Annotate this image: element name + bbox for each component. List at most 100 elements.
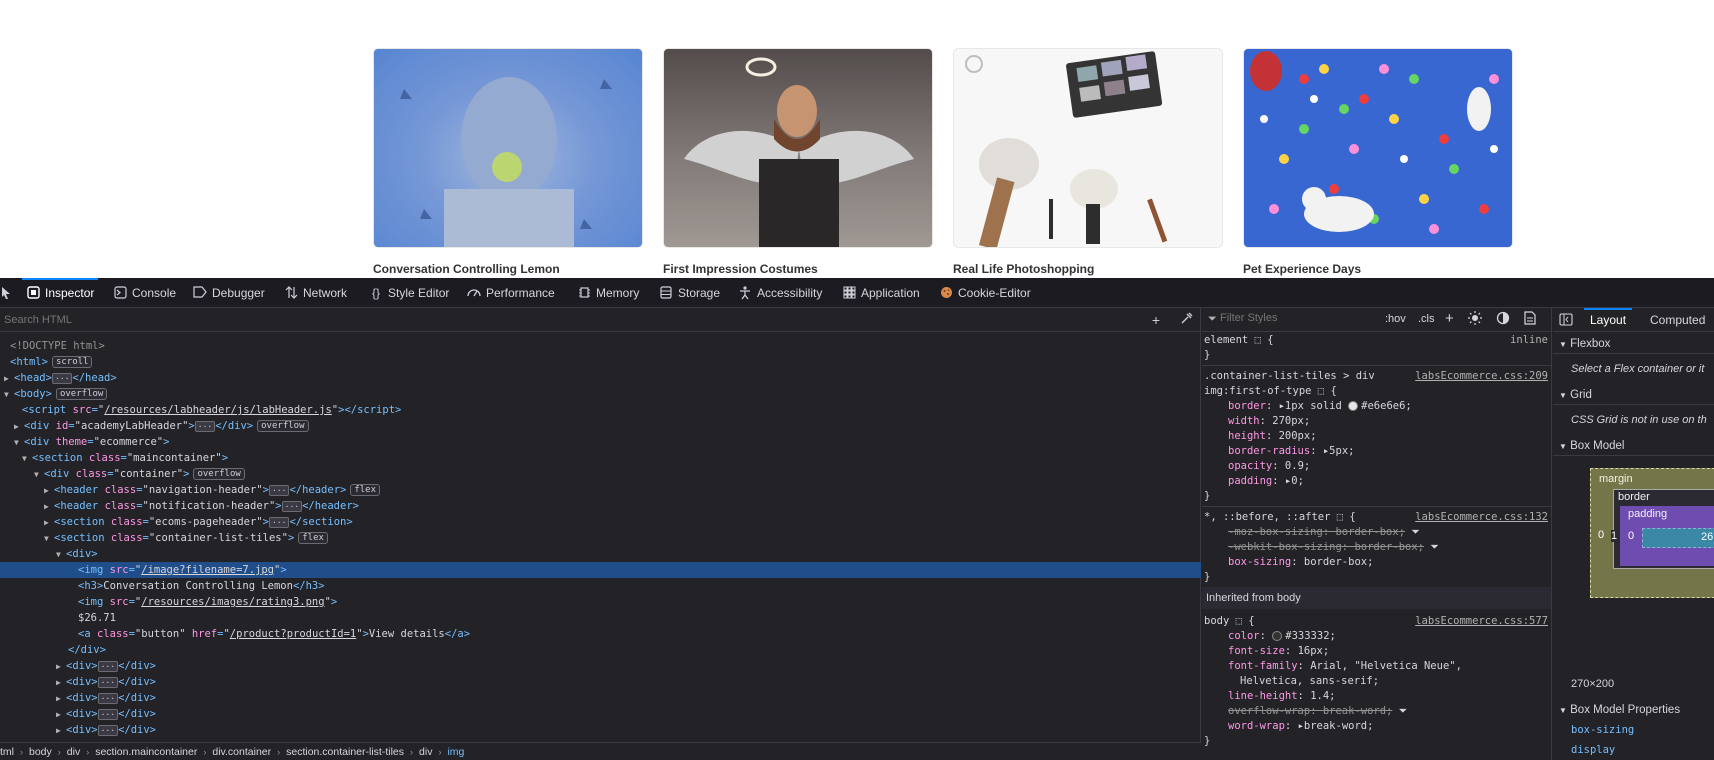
collapsed-ellipsis[interactable]: ··· bbox=[281, 500, 303, 512]
filter-icon[interactable]: ⏷ bbox=[1399, 705, 1407, 717]
rule-selector[interactable]: body ⬚ {labsEcommerce.css:577 bbox=[1202, 614, 1551, 629]
img-src-link[interactable]: /image?filename=7.jpg bbox=[141, 564, 274, 576]
search-html-input[interactable] bbox=[0, 313, 1100, 326]
expand-triangle-icon[interactable]: ▶ bbox=[44, 499, 54, 515]
sibling-div-node[interactable]: ▶ <div> ··· </div> bbox=[0, 674, 1201, 690]
collapsed-ellipsis[interactable]: ··· bbox=[97, 724, 119, 736]
product-tile[interactable]: Pet Experience Days bbox=[1243, 48, 1513, 276]
flexbox-section-header[interactable]: ▼ Flexbox bbox=[1553, 334, 1714, 354]
pageheader-node[interactable]: ▶ <section class="ecoms-pageheader"> ··· </… bbox=[0, 514, 1201, 530]
color-swatch[interactable] bbox=[1272, 631, 1283, 641]
tab-inspector[interactable]: Inspector bbox=[21, 278, 99, 308]
breadcrumb-item[interactable]: section.container-list-tiles bbox=[286, 746, 404, 758]
expand-triangle-icon[interactable]: ▶ bbox=[4, 371, 14, 387]
head-node[interactable]: ▶ <head> ··· </head> bbox=[0, 370, 1201, 386]
collapse-triangle-icon[interactable]: ▼ bbox=[14, 435, 24, 451]
collapsed-ellipsis[interactable]: ··· bbox=[97, 676, 119, 688]
expand-triangle-icon[interactable]: ▶ bbox=[56, 675, 66, 691]
box-model-border[interactable]: border padding 26 0 1 bbox=[1611, 489, 1714, 569]
tab-memory[interactable]: Memory bbox=[577, 278, 639, 308]
theme-div-node[interactable]: ▼ <div theme="ecommerce"> bbox=[0, 434, 1201, 450]
declaration[interactable]: width: 270px; bbox=[1202, 414, 1551, 429]
declaration[interactable]: box-sizing: border-box; bbox=[1202, 555, 1551, 570]
navigation-header-node[interactable]: ▶ <header class="navigation-header"> ··· </… bbox=[0, 482, 1201, 498]
classes-toggle[interactable]: .cls bbox=[1418, 313, 1435, 325]
scroll-badge[interactable]: scroll bbox=[51, 356, 93, 368]
list-tiles-node[interactable]: ▼ <section class="container-list-tiles"> f… bbox=[0, 530, 1201, 546]
sibling-div-node[interactable]: ▶ <div> ··· </div> bbox=[0, 706, 1201, 722]
hover-states-toggle[interactable]: :hov bbox=[1385, 313, 1406, 325]
product-image-photoshopping[interactable] bbox=[953, 48, 1223, 248]
product-tile[interactable]: Real Life Photoshopping bbox=[953, 48, 1223, 276]
tab-storage[interactable]: Storage bbox=[659, 278, 720, 308]
rule-selector[interactable]: .container-list-tiles > div labsEcommerce… bbox=[1202, 369, 1551, 384]
declaration[interactable]: opacity: 0.9; bbox=[1202, 459, 1551, 474]
expand-triangle-icon[interactable]: ▶ bbox=[56, 723, 66, 739]
grid-highlight-icon[interactable]: ⬚ bbox=[1236, 615, 1242, 627]
declaration[interactable]: word-wrap: ▸break-word; bbox=[1202, 719, 1551, 734]
declaration-continued[interactable]: Helvetica, sans-serif; bbox=[1202, 674, 1551, 689]
product-tile[interactable]: Conversation Controlling Lemon bbox=[373, 48, 643, 276]
box-model-section-header[interactable]: ▼ Box Model bbox=[1553, 436, 1714, 456]
rule-selector[interactable]: *, ::before, ::after ⬚ {labsEcommerce.cs… bbox=[1202, 510, 1551, 525]
tab-cookie-editor[interactable]: Cookie-Editor bbox=[939, 278, 1031, 308]
stylesheet-link[interactable]: labsEcommerce.css:209 bbox=[1415, 369, 1548, 384]
collapse-triangle-icon[interactable]: ▼ bbox=[34, 467, 44, 483]
notification-header-node[interactable]: ▶ <header class="notification-header"> ···… bbox=[0, 498, 1201, 514]
sibling-div-node[interactable]: ▶ <div> ··· </div> bbox=[0, 690, 1201, 706]
box-model-padding[interactable]: padding 26 0 bbox=[1620, 506, 1714, 566]
breadcrumb-item-current[interactable]: img bbox=[447, 746, 464, 758]
breadcrumb-item[interactable]: div bbox=[67, 746, 80, 758]
tab-computed[interactable]: Computed bbox=[1650, 308, 1705, 332]
anchor-node[interactable]: <a class="button" href="/product?product… bbox=[0, 626, 1201, 642]
box-model-property[interactable]: display bbox=[1571, 744, 1615, 756]
expand-triangle-icon[interactable]: ▶ bbox=[56, 659, 66, 675]
flex-badge[interactable]: flex bbox=[350, 484, 381, 496]
tab-layout[interactable]: Layout bbox=[1583, 308, 1633, 332]
product-title[interactable]: Real Life Photoshopping bbox=[953, 262, 1094, 276]
tab-style-editor[interactable]: {} Style Editor bbox=[369, 278, 449, 308]
collapse-triangle-icon[interactable]: ▼ bbox=[44, 531, 54, 547]
element-picker-button[interactable] bbox=[2, 278, 14, 308]
color-picker-button[interactable] bbox=[1177, 311, 1195, 329]
breadcrumb-item[interactable]: tml bbox=[0, 746, 14, 758]
grid-section-header[interactable]: ▼ Grid bbox=[1553, 385, 1714, 405]
declaration[interactable]: line-height: 1.4; bbox=[1202, 689, 1551, 704]
price-text-node[interactable]: $26.71 bbox=[0, 610, 1201, 626]
box-model-content[interactable]: 26 bbox=[1642, 528, 1714, 548]
grid-highlight-icon[interactable]: ⬚ bbox=[1255, 334, 1261, 346]
add-node-button[interactable]: + bbox=[1147, 311, 1165, 329]
collapsed-ellipsis[interactable]: ··· bbox=[97, 708, 119, 720]
declaration-overridden[interactable]: overflow-wrap: break-word; ⏷ bbox=[1202, 704, 1551, 719]
collapsed-ellipsis[interactable]: ··· bbox=[51, 372, 73, 384]
sibling-div-node[interactable]: ▶ <div> ··· </div> bbox=[0, 658, 1201, 674]
lab-header-node[interactable]: ▶ <div id="academyLabHeader"> ··· </div> ove… bbox=[0, 418, 1201, 434]
tab-accessibility[interactable]: Accessibility bbox=[738, 278, 822, 308]
tab-network[interactable]: Network bbox=[284, 278, 347, 308]
light-theme-toggle[interactable] bbox=[1468, 311, 1482, 328]
maincontainer-node[interactable]: ▼ <section class="maincontainer"> bbox=[0, 450, 1201, 466]
overflow-badge[interactable]: overflow bbox=[55, 388, 108, 400]
expand-triangle-icon[interactable]: ▶ bbox=[56, 691, 66, 707]
h3-node[interactable]: <h3>Conversation Controlling Lemon</h3> bbox=[0, 578, 1201, 594]
stylesheet-link[interactable]: labsEcommerce.css:132 bbox=[1415, 510, 1548, 525]
tab-console[interactable]: Console bbox=[113, 278, 176, 308]
breadcrumb-item[interactable]: body bbox=[29, 746, 52, 758]
collapsed-ellipsis[interactable]: ··· bbox=[194, 420, 216, 432]
print-media-toggle[interactable] bbox=[1524, 311, 1536, 328]
tile-div-node[interactable]: ▼ <div> bbox=[0, 546, 1201, 562]
product-title[interactable]: Conversation Controlling Lemon bbox=[373, 262, 560, 276]
rating-img-node[interactable]: <img src="/resources/images/rating3.png"… bbox=[0, 594, 1201, 610]
selected-img-node[interactable]: <img src="/image?filename=7.jpg"> bbox=[0, 562, 1201, 578]
breadcrumb-item[interactable]: div.container bbox=[212, 746, 271, 758]
rule-selector[interactable]: img:first-of-type ⬚ { bbox=[1202, 384, 1551, 399]
toggle-sidebar-button[interactable] bbox=[1559, 313, 1573, 329]
product-title[interactable]: First Impression Costumes bbox=[663, 262, 818, 276]
product-image-pet[interactable] bbox=[1243, 48, 1513, 248]
filter-styles-input[interactable] bbox=[1220, 312, 1370, 324]
expand-triangle-icon[interactable]: ▶ bbox=[44, 483, 54, 499]
declaration[interactable]: border: ▸1px solid #e6e6e6; bbox=[1202, 399, 1551, 414]
breadcrumb-item[interactable]: section.maincontainer bbox=[95, 746, 197, 758]
product-image-lemon[interactable] bbox=[373, 48, 643, 248]
breadcrumb-item[interactable]: div bbox=[419, 746, 432, 758]
